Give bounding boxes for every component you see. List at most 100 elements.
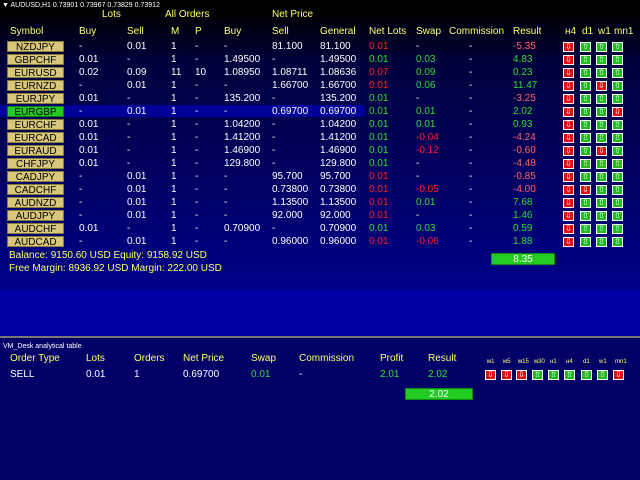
cell-result: -0.85 [513, 171, 536, 182]
arrow-down-icon[interactable]: ⇩ [563, 120, 574, 130]
arrow-up-icon[interactable]: ⇧ [580, 211, 591, 221]
arrow-up-icon[interactable]: ⇧ [612, 42, 623, 52]
arrow-up-icon[interactable]: ⇧ [612, 94, 623, 104]
arrow-up-icon[interactable]: ⇧ [596, 224, 607, 234]
arrow-down-icon[interactable]: ⇩ [563, 68, 574, 78]
arrow-up-icon[interactable]: ⇧ [596, 198, 607, 208]
arrow-up-icon[interactable]: ⇧ [580, 42, 591, 52]
arrow-up-icon[interactable]: ⇧ [596, 42, 607, 52]
arrow-up-icon[interactable]: ⇧ [612, 68, 623, 78]
arrow-up-icon[interactable]: ⇧ [532, 370, 543, 380]
symbol-button[interactable]: NZDJPY [7, 41, 64, 53]
arrow-up-icon[interactable]: ⇧ [612, 159, 623, 169]
arrow-up-icon[interactable]: ⇧ [580, 133, 591, 143]
arrow-down-icon[interactable]: ⇩ [501, 370, 512, 380]
arrow-down-icon[interactable]: ⇩ [563, 211, 574, 221]
arrow-up-icon[interactable]: ⇧ [596, 172, 607, 182]
symbol-button[interactable]: EURCAD [7, 132, 64, 144]
arrow-down-icon[interactable]: ⇩ [612, 107, 623, 117]
arrow-up-icon[interactable]: ⇧ [580, 159, 591, 169]
arrow-up-icon[interactable]: ⇧ [548, 370, 559, 380]
arrow-up-icon[interactable]: ⇧ [597, 370, 608, 380]
symbol-button[interactable]: CADCHF [7, 184, 64, 196]
symbol-button[interactable]: CADJPY [7, 171, 64, 183]
arrow-up-icon[interactable]: ⇧ [596, 237, 607, 247]
arrow-up-icon[interactable]: ⇧ [596, 68, 607, 78]
arrow-up-icon[interactable]: ⇧ [596, 133, 607, 143]
arrow-up-icon[interactable]: ⇧ [580, 198, 591, 208]
arrow-up-icon[interactable]: ⇧ [612, 237, 623, 247]
arrow-down-icon[interactable]: ⇩ [563, 159, 574, 169]
arrow-down-icon[interactable]: ⇩ [563, 94, 574, 104]
symbol-button[interactable]: EURGBP [7, 106, 64, 118]
arrow-up-icon[interactable]: ⇧ [596, 159, 607, 169]
symbol-button[interactable]: EURJPY [7, 93, 64, 105]
arrow-down-icon[interactable]: ⇩ [596, 146, 607, 156]
arrow-up-icon[interactable]: ⇧ [612, 185, 623, 195]
arrow-up-icon[interactable]: ⇧ [580, 146, 591, 156]
panel-total-badge: 2.02 [405, 388, 473, 400]
symbol-button[interactable]: CHFJPY [7, 158, 64, 170]
arrow-up-icon[interactable]: ⇧ [581, 370, 592, 380]
symbol-button[interactable]: AUDCHF [7, 223, 64, 235]
arrow-up-icon[interactable]: ⇧ [580, 224, 591, 234]
arrow-down-icon[interactable]: ⇩ [563, 107, 574, 117]
symbol-button[interactable]: EURCHF [7, 119, 64, 131]
arrow-up-icon[interactable]: ⇧ [580, 68, 591, 78]
cell-np-buy: 0.70900 [224, 223, 261, 234]
arrow-down-icon[interactable]: ⇩ [563, 55, 574, 65]
arrow-up-icon[interactable]: ⇧ [580, 107, 591, 117]
arrow-up-icon[interactable]: ⇧ [580, 81, 591, 91]
arrow-up-icon[interactable]: ⇧ [612, 120, 623, 130]
cell-general: 95.700 [320, 171, 351, 182]
symbol-button[interactable]: EURUSD [7, 67, 64, 79]
arrow-down-icon[interactable]: ⇩ [563, 133, 574, 143]
arrow-up-icon[interactable]: ⇧ [580, 237, 591, 247]
arrow-up-icon[interactable]: ⇧ [612, 224, 623, 234]
arrow-up-icon[interactable]: ⇧ [612, 198, 623, 208]
arrow-down-icon[interactable]: ⇩ [563, 237, 574, 247]
arrow-up-icon[interactable]: ⇧ [596, 107, 607, 117]
arrow-down-icon[interactable]: ⇩ [563, 198, 574, 208]
arrow-down-icon[interactable]: ⇩ [563, 172, 574, 182]
arrow-up-icon[interactable]: ⇧ [564, 370, 575, 380]
arrow-up-icon[interactable]: ⇧ [580, 94, 591, 104]
arrow-down-icon[interactable]: ⇩ [516, 370, 527, 380]
arrow-up-icon[interactable]: ⇧ [612, 211, 623, 221]
cell-np-sell: - [272, 93, 276, 104]
arrow-up-icon[interactable]: ⇧ [580, 55, 591, 65]
cell-np-sell: - [272, 158, 276, 169]
cell-np-sell: 0.96000 [272, 236, 309, 247]
cell-result: 1.46 [513, 210, 533, 221]
arrow-up-icon[interactable]: ⇧ [580, 120, 591, 130]
arrow-down-icon[interactable]: ⇩ [563, 185, 574, 195]
arrow-down-icon[interactable]: ⇩ [563, 146, 574, 156]
cell-swap: -0.12 [416, 145, 439, 156]
arrow-up-icon[interactable]: ⇧ [596, 120, 607, 130]
arrow-down-icon[interactable]: ⇩ [563, 42, 574, 52]
arrow-up-icon[interactable]: ⇧ [612, 55, 623, 65]
arrow-up-icon[interactable]: ⇧ [596, 211, 607, 221]
arrow-up-icon[interactable]: ⇧ [596, 55, 607, 65]
arrow-down-icon[interactable]: ⇩ [613, 370, 624, 380]
arrow-down-icon[interactable]: ⇩ [596, 81, 607, 91]
symbol-button[interactable]: AUDJPY [7, 210, 64, 222]
symbol-button[interactable]: AUDCAD [7, 236, 64, 248]
arrow-down-icon[interactable]: ⇩ [485, 370, 496, 380]
arrow-up-icon[interactable]: ⇧ [612, 81, 623, 91]
arrow-up-icon[interactable]: ⇧ [596, 185, 607, 195]
cell-sell: - [127, 54, 131, 65]
arrow-up-icon[interactable]: ⇧ [612, 133, 623, 143]
symbol-button[interactable]: EURNZD [7, 80, 64, 92]
panel-divider[interactable] [0, 336, 640, 338]
arrow-up-icon[interactable]: ⇧ [580, 172, 591, 182]
arrow-down-icon[interactable]: ⇩ [580, 185, 591, 195]
arrow-up-icon[interactable]: ⇧ [612, 172, 623, 182]
arrow-down-icon[interactable]: ⇩ [563, 81, 574, 91]
symbol-button[interactable]: AUDNZD [7, 197, 64, 209]
arrow-down-icon[interactable]: ⇩ [563, 224, 574, 234]
symbol-button[interactable]: GBPCHF [7, 54, 64, 66]
symbol-button[interactable]: EURAUD [7, 145, 64, 157]
arrow-up-icon[interactable]: ⇧ [596, 94, 607, 104]
arrow-up-icon[interactable]: ⇧ [612, 146, 623, 156]
